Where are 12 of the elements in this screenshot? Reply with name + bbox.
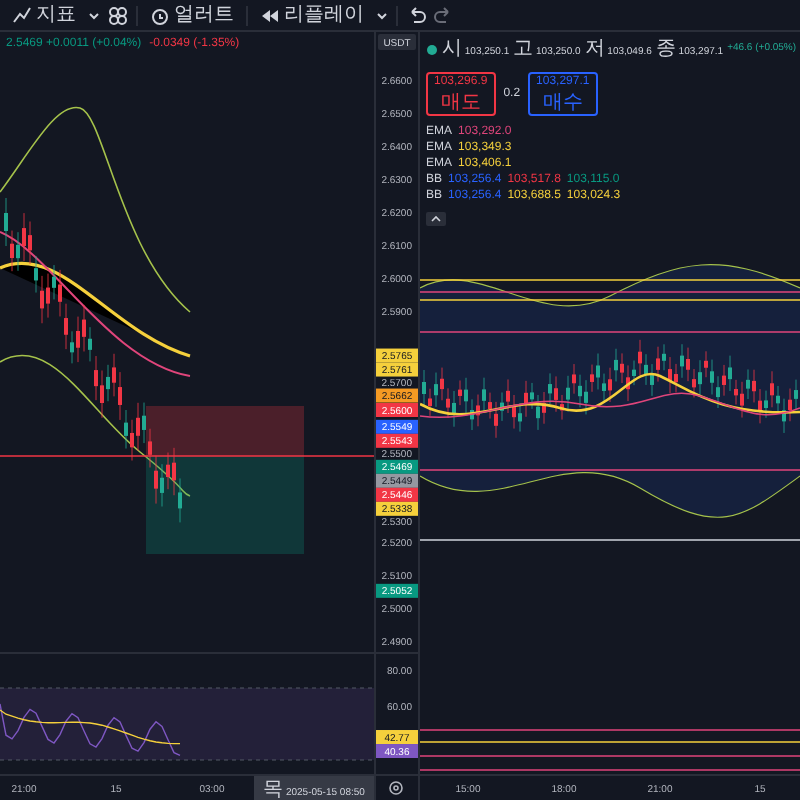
settings-icon[interactable]	[389, 781, 403, 795]
collapse-icon[interactable]	[426, 212, 446, 226]
replay-button[interactable]: 리플레이	[256, 3, 368, 27]
rewind-icon[interactable]	[260, 5, 280, 25]
undo-icon[interactable]	[406, 5, 426, 25]
alert-button[interactable]: 얼러트	[146, 3, 238, 27]
redo-icon[interactable]	[434, 5, 454, 25]
grid-icon[interactable]	[108, 5, 128, 25]
alarm-clock-icon[interactable]	[150, 5, 170, 25]
chart-icon[interactable]	[12, 5, 32, 25]
indicators-button[interactable]: 지표	[8, 3, 80, 27]
status-dot-icon	[426, 43, 438, 55]
